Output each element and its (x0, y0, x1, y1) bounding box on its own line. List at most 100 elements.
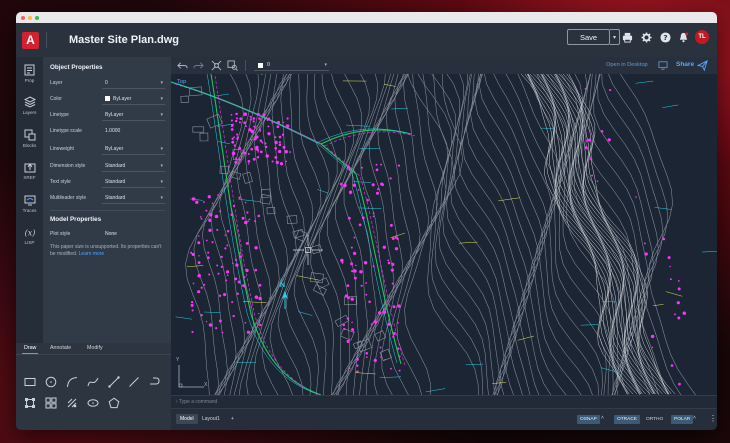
linetype-select[interactable]: ByLayer ▾ (102, 110, 165, 121)
contour-line (202, 74, 259, 395)
polygon-tool-icon[interactable] (108, 397, 120, 409)
chevron-up-icon[interactable]: ˄ (693, 415, 696, 421)
minimize-window-dot[interactable] (28, 15, 32, 20)
tab-draw[interactable]: Draw (21, 345, 39, 354)
layer-select[interactable]: 0 ▾ (102, 78, 165, 89)
survey-point (265, 154, 269, 158)
monitor-icon[interactable] (658, 61, 668, 70)
print-icon[interactable] (622, 32, 633, 43)
survey-point (254, 127, 256, 129)
survey-point (245, 125, 247, 127)
save-options-dropdown[interactable]: ▾ (610, 29, 620, 45)
survey-point (373, 358, 377, 363)
survey-point (209, 213, 213, 217)
survey-point (257, 214, 261, 218)
rail-item-xref[interactable]: XREF (16, 161, 43, 180)
survey-point (217, 272, 220, 275)
tool-palette: Draw Annotate Modify (16, 343, 171, 430)
property-row-dimension-style: Dimension style Standard ▾ (50, 160, 165, 172)
settings-gear-icon[interactable] (641, 32, 652, 43)
survey-point (370, 323, 373, 326)
property-value: ByLayer (105, 145, 124, 152)
contour-line (505, 74, 582, 395)
rail-item-prop[interactable]: Prop (16, 64, 43, 83)
tab-annotate[interactable]: Annotate (50, 345, 71, 351)
polyline-tool-icon[interactable] (108, 376, 120, 388)
color-swatch (105, 96, 110, 101)
site-plan-drawing (171, 74, 717, 395)
survey-point (247, 163, 250, 165)
polar-toggle[interactable]: POLAR (671, 415, 694, 424)
survey-point (348, 168, 351, 171)
contour-line (404, 74, 463, 395)
survey-point (353, 276, 357, 280)
zoom-window-icon[interactable] (227, 60, 238, 71)
learn-more-link[interactable]: Learn more (79, 251, 105, 257)
tab-layout1[interactable]: Layout1 (198, 414, 224, 424)
drawing-canvas[interactable]: Top N Y X (171, 74, 717, 395)
boundary-tool-icon[interactable] (24, 397, 36, 409)
send-icon[interactable] (697, 60, 708, 71)
ellipse-tool-icon[interactable] (87, 397, 99, 409)
circle-tool-icon[interactable] (45, 376, 57, 388)
more-options-icon[interactable]: ⋮ (709, 414, 717, 423)
building-lot (316, 277, 330, 290)
command-line[interactable]: › Type a command (171, 395, 717, 408)
survey-point (347, 216, 351, 220)
app-logo[interactable]: A (22, 31, 39, 49)
redo-icon[interactable] (193, 60, 204, 71)
survey-point (350, 246, 353, 249)
survey-point (584, 88, 587, 90)
rail-item-label: Blocks (22, 143, 37, 148)
text-style-select[interactable]: Standard ▾ (102, 177, 165, 188)
survey-point (667, 256, 671, 260)
otrack-toggle[interactable]: OTRACK (614, 415, 640, 424)
dimension-style-select[interactable]: Standard ▾ (102, 161, 165, 172)
survey-point (244, 220, 248, 225)
view-cube-label[interactable]: Top (177, 79, 186, 85)
maximize-window-dot[interactable] (35, 15, 39, 20)
property-label: Dimension style (50, 163, 86, 169)
add-layout-button[interactable]: + (227, 414, 238, 424)
rail-item-blocks[interactable]: Blocks (16, 129, 43, 148)
tab-model[interactable]: Model (176, 414, 198, 424)
help-icon[interactable]: ? (660, 32, 671, 43)
rail-item-lisp[interactable]: (x) LISP (16, 226, 43, 246)
line-tool-icon[interactable] (128, 376, 140, 388)
share-button[interactable]: Share (676, 61, 694, 68)
user-avatar[interactable]: TL (695, 30, 709, 44)
survey-point (247, 220, 249, 222)
multileader-style-select[interactable]: Standard ▾ (102, 193, 165, 204)
arc-tool-icon[interactable] (66, 376, 78, 388)
spline-tool-icon[interactable] (87, 376, 99, 388)
tab-modify[interactable]: Modify (87, 345, 103, 351)
hatch-tool-icon[interactable] (66, 397, 78, 409)
undo-icon[interactable] (177, 60, 188, 71)
command-input[interactable]: › Type a command (176, 399, 217, 405)
rectangle-tool-icon[interactable] (24, 376, 36, 388)
linetype-scale-input[interactable]: 1.0000 (102, 126, 165, 137)
property-row-linetype-scale: Linetype scale 1.0000 (50, 125, 165, 137)
survey-point (190, 251, 193, 254)
grid-tool-icon[interactable] (45, 397, 57, 409)
undo-curve-tool-icon[interactable] (148, 376, 160, 388)
contour-line (318, 74, 379, 395)
survey-point (351, 321, 353, 324)
rail-item-layers[interactable]: Layers (16, 96, 43, 115)
notifications-bell-icon[interactable] (678, 32, 689, 43)
current-layer-select[interactable]: 0 ▾ (254, 60, 329, 71)
survey-point (339, 182, 343, 186)
survey-point (239, 117, 243, 121)
lineweight-select[interactable]: ByLayer ▾ (102, 144, 165, 155)
open-in-desktop-link[interactable]: Open in Desktop (606, 62, 648, 68)
chevron-up-icon[interactable]: ˄ (601, 415, 604, 421)
save-button[interactable]: Save (567, 29, 610, 45)
building-lot (199, 132, 209, 142)
color-select[interactable]: ByLayer ▾ (102, 94, 165, 105)
ortho-toggle[interactable]: ORTHO (643, 415, 666, 424)
rail-item-traces[interactable]: Traces (16, 194, 43, 213)
osnap-toggle[interactable]: OSNAP (577, 415, 600, 424)
close-window-dot[interactable] (21, 15, 25, 20)
zoom-extents-icon[interactable] (211, 60, 222, 71)
survey-point (394, 247, 399, 251)
